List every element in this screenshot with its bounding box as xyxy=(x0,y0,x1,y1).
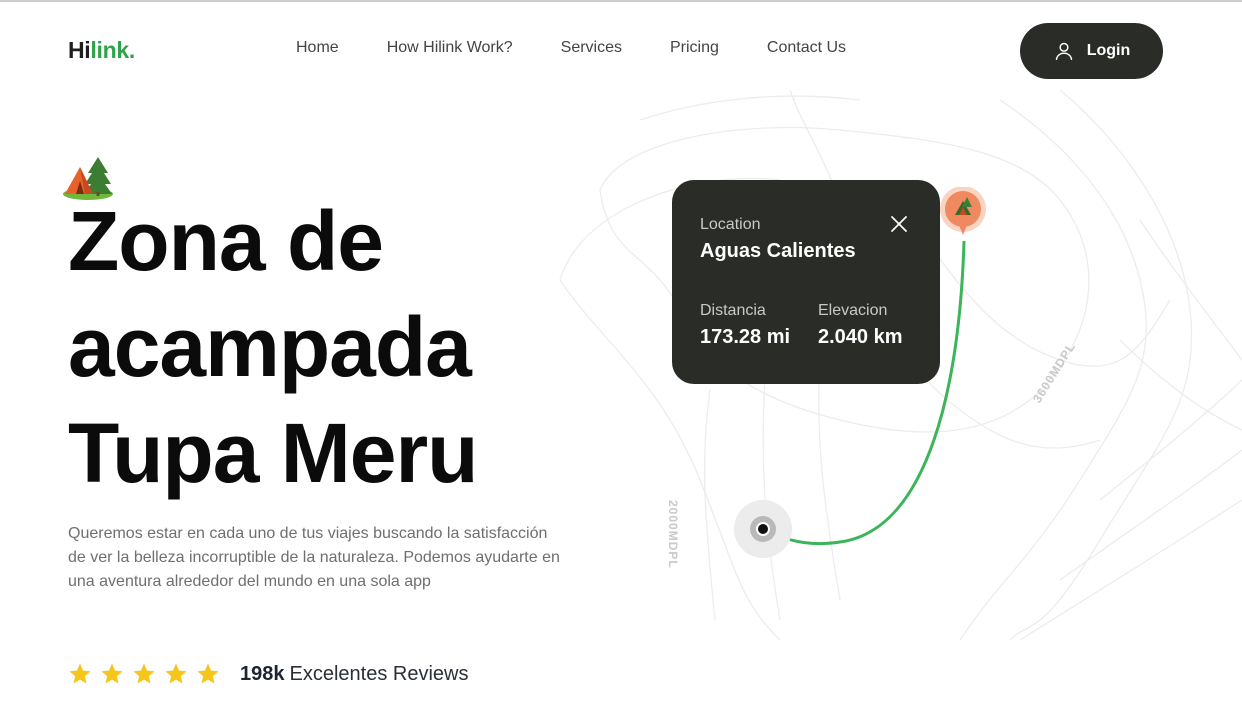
elevation-stat: Elevacion 2.040 km xyxy=(818,302,903,349)
destination-pin-icon[interactable] xyxy=(939,187,987,239)
brand-logo[interactable]: Hilink. xyxy=(68,37,135,64)
elevation-value: 2.040 km xyxy=(818,326,903,348)
top-border xyxy=(0,0,1242,2)
nav-home[interactable]: Home xyxy=(296,39,339,57)
star-rating xyxy=(68,662,220,686)
distance-label: Distancia xyxy=(700,302,766,319)
review-count: 198k xyxy=(240,662,285,685)
distance-value: 173.28 mi xyxy=(700,326,791,348)
star-icon xyxy=(101,663,123,684)
hero-description: Queremos estar en cada uno de tus viajes… xyxy=(68,525,560,590)
nav-pricing[interactable]: Pricing xyxy=(670,39,719,57)
nav-contact[interactable]: Contact Us xyxy=(767,39,846,57)
location-label: Location xyxy=(700,216,761,233)
nav-how-it-works[interactable]: How Hilink Work? xyxy=(387,39,513,57)
review-label: Excelentes Reviews xyxy=(289,662,469,685)
elevation-label: Elevacion xyxy=(818,302,888,319)
star-icon xyxy=(165,663,187,684)
location-name: Aguas Calientes xyxy=(700,240,856,262)
login-button[interactable]: Login xyxy=(1020,23,1163,79)
distance-stat: Distancia 173.28 mi xyxy=(700,302,790,349)
nav-services[interactable]: Services xyxy=(561,39,622,57)
origin-pin-icon[interactable] xyxy=(734,500,792,558)
rating: 198k Excelentes Reviews xyxy=(68,662,468,686)
brand-part2: link. xyxy=(90,37,135,63)
star-icon xyxy=(133,663,155,684)
star-icon xyxy=(197,663,219,684)
contour-label: 2000MDPL xyxy=(666,500,680,569)
close-icon[interactable] xyxy=(890,215,908,233)
login-label: Login xyxy=(1086,42,1131,59)
star-icon xyxy=(69,663,91,684)
user-icon xyxy=(1055,42,1072,60)
brand-part1: Hi xyxy=(68,37,91,63)
main-nav: Home How Hilink Work? Services Pricing C… xyxy=(296,39,846,57)
location-card: Location Aguas Calientes Distancia 173.2… xyxy=(672,180,940,384)
